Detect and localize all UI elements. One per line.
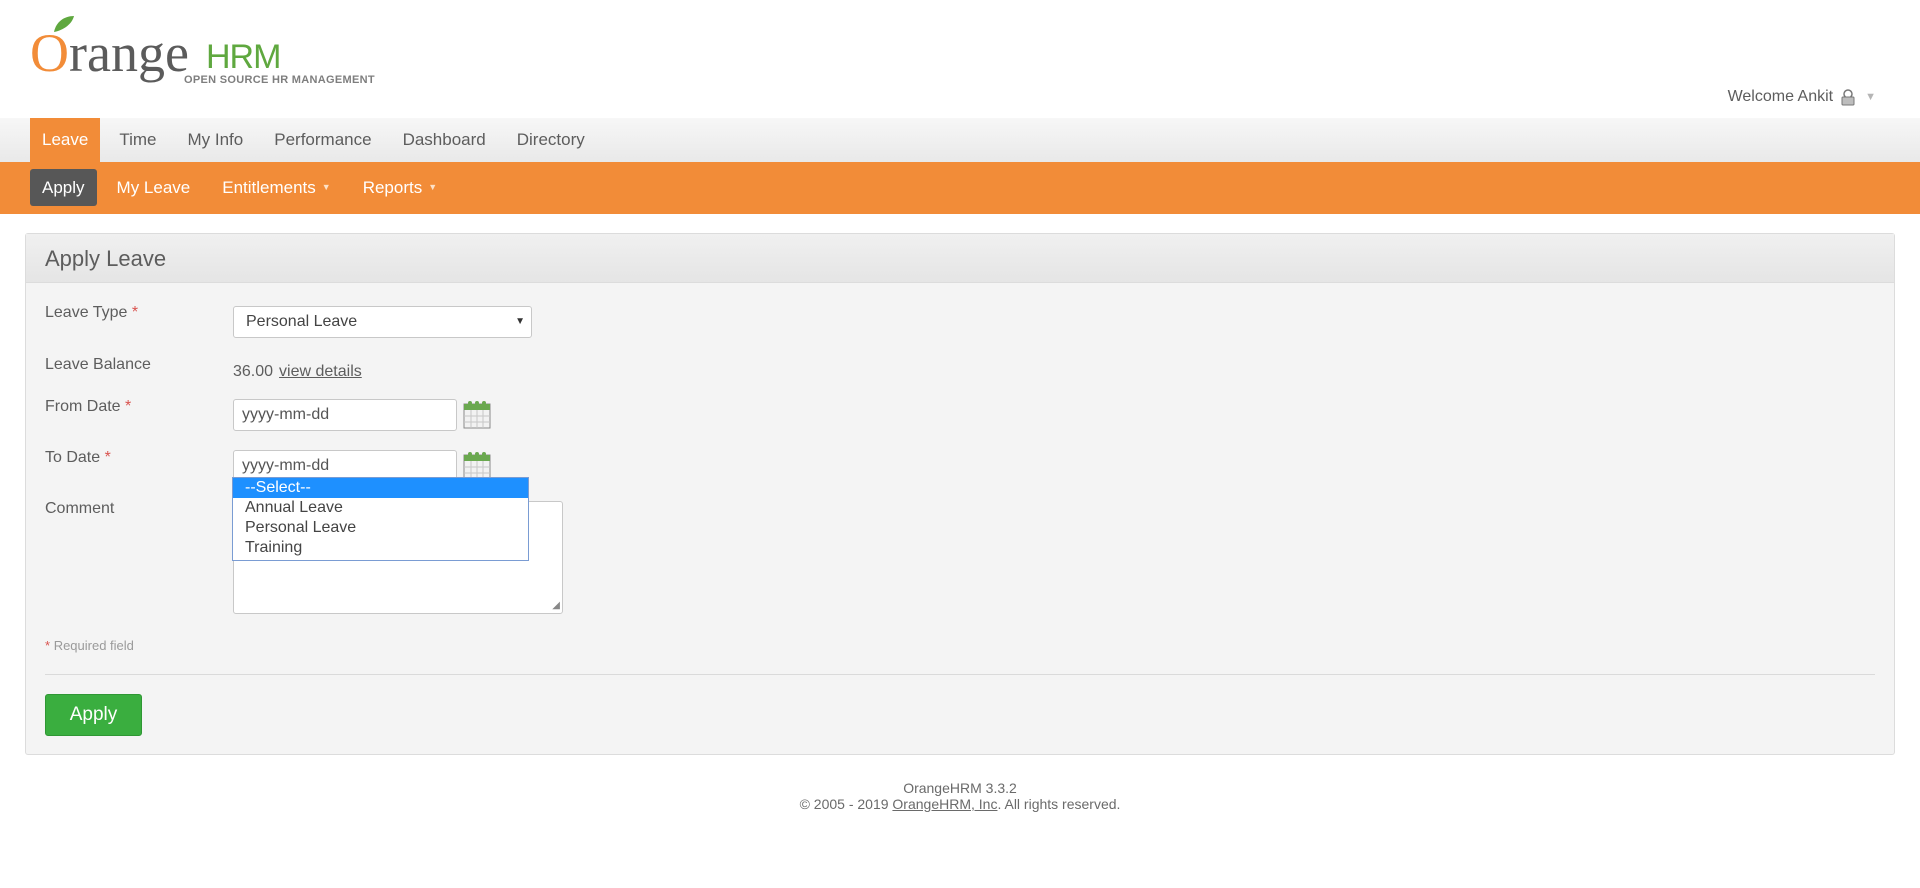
footer-copyright: © 2005 - 2019 OrangeHRM, Inc. All rights… (799, 796, 1121, 812)
chevron-down-icon: ▼ (428, 182, 438, 192)
required-mark: * (125, 398, 132, 415)
comment-label: Comment (45, 500, 115, 517)
sub-menu-my-leave[interactable]: My Leave (105, 169, 203, 206)
calendar-icon[interactable] (463, 399, 491, 429)
main-menu-directory[interactable]: Directory (503, 118, 599, 162)
sub-menu-entitlements[interactable]: Entitlements ▼ (210, 169, 342, 206)
leave-type-select[interactable]: Personal Leave ▼ (233, 306, 532, 338)
sub-menu-entitlements-label: Entitlements (222, 178, 316, 197)
footer-version: OrangeHRM 3.3.2 (903, 780, 1017, 796)
company-link[interactable]: OrangeHRM, Inc (892, 796, 997, 812)
sub-menu: Apply My Leave Entitlements ▼ Reports ▼ (0, 162, 1920, 214)
panel-header: Apply Leave (26, 234, 1894, 283)
from-date-input[interactable]: yyyy-mm-dd (233, 399, 457, 431)
required-mark: * (104, 449, 111, 466)
leave-type-label: Leave Type * (45, 304, 139, 321)
leave-balance: 36.00 view details (233, 363, 362, 381)
welcome-text: Welcome Ankit (1727, 88, 1834, 105)
sub-menu-apply[interactable]: Apply (30, 169, 97, 206)
footer: OrangeHRM 3.3.2 © 2005 - 2019 OrangeHRM,… (0, 780, 1920, 812)
user-lock-icon (1841, 89, 1855, 106)
leave-type-options: --Select-- Annual Leave Personal Leave T… (232, 477, 529, 561)
to-date-label: To Date * (45, 449, 111, 466)
leave-type-value: Personal Leave (246, 313, 358, 330)
apply-button[interactable]: Apply (45, 694, 142, 736)
main-menu-performance[interactable]: Performance (260, 118, 385, 162)
branding-header: Orange HRM OPEN SOURCE HR MANAGEMENT Wel… (0, 0, 1920, 118)
chevron-down-icon: ▼ (1865, 91, 1876, 103)
leaf-icon (54, 16, 74, 32)
sub-menu-apply-label: Apply (42, 178, 85, 197)
view-details-link[interactable]: view details (279, 363, 362, 380)
sub-menu-my-leave-label: My Leave (116, 178, 191, 197)
main-menu-time[interactable]: Time (105, 118, 170, 162)
leave-balance-value: 36.00 (233, 363, 274, 380)
main-menu-my-info[interactable]: My Info (173, 118, 257, 162)
welcome-menu[interactable]: Welcome Ankit ▼ (1728, 88, 1876, 106)
sub-menu-reports-label: Reports (362, 178, 423, 197)
required-mark: * (131, 304, 139, 321)
option-training[interactable]: Training (233, 538, 528, 558)
logo-hrm-text: HRM (206, 38, 281, 76)
resize-handle-icon[interactable]: ◢ (552, 600, 560, 611)
required-field-note: * Required field (45, 638, 134, 653)
from-date-label: From Date * (45, 398, 132, 415)
option-select[interactable]: --Select-- (233, 478, 528, 498)
page-title: Apply Leave (45, 246, 167, 271)
calendar-icon[interactable] (463, 450, 491, 480)
main-menu: Leave Time My Info Performance Dashboard… (0, 118, 1920, 162)
main-menu-leave[interactable]: Leave (30, 118, 101, 162)
chevron-down-icon: ▼ (515, 316, 525, 327)
main-menu-dashboard[interactable]: Dashboard (389, 118, 500, 162)
logo-tagline: OPEN SOURCE HR MANAGEMENT (184, 74, 375, 86)
sub-menu-reports[interactable]: Reports ▼ (351, 169, 449, 206)
option-annual-leave[interactable]: Annual Leave (233, 498, 528, 518)
option-personal-leave[interactable]: Personal Leave (233, 518, 528, 538)
chevron-down-icon: ▼ (321, 182, 331, 192)
divider (45, 674, 1875, 675)
orangehrm-logo[interactable]: Orange HRM OPEN SOURCE HR MANAGEMENT (30, 16, 390, 90)
leave-balance-label: Leave Balance (45, 356, 151, 373)
